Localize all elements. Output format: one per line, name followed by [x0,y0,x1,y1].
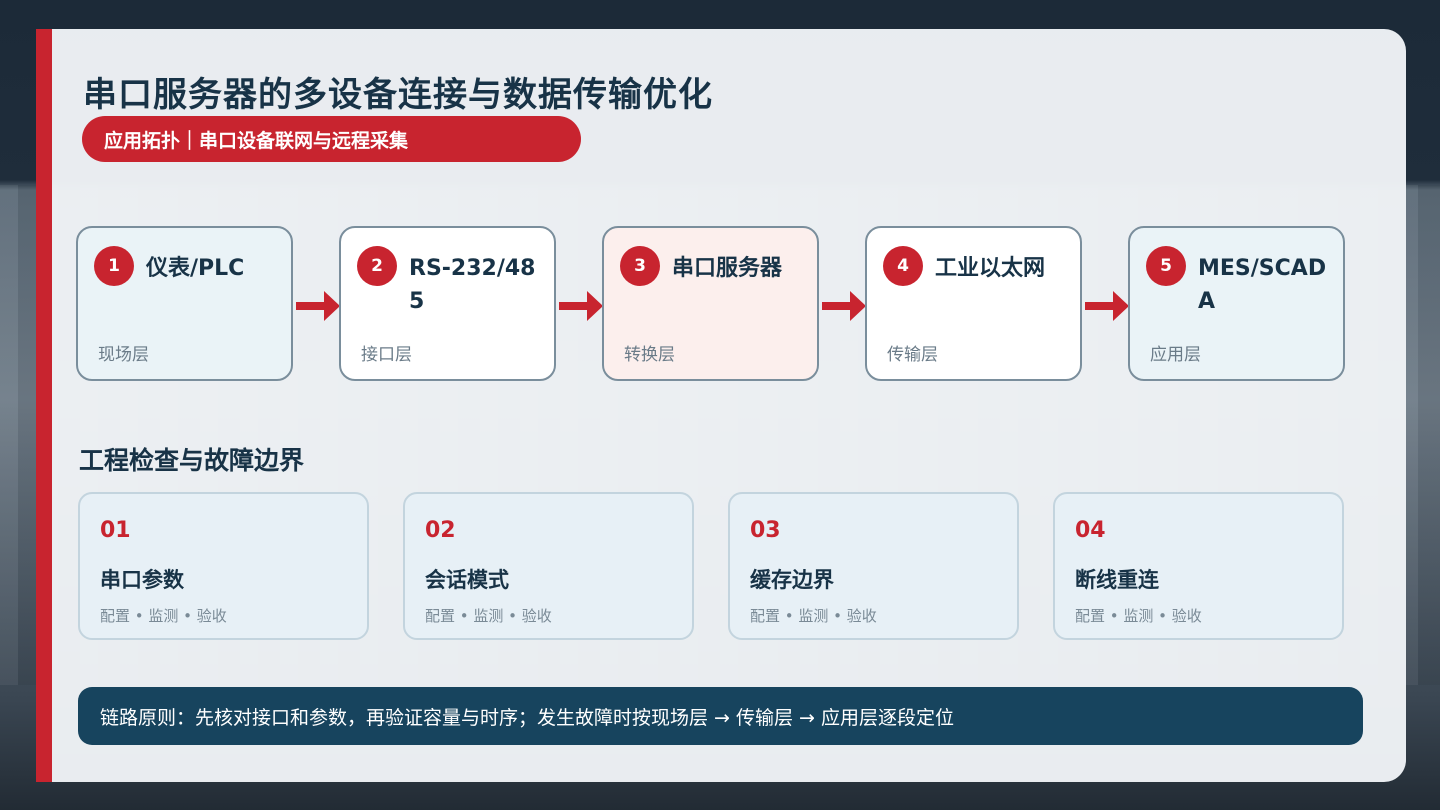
check-card-2: 02 会话模式 配置 • 监测 • 验收 [403,492,694,640]
check-tags: 配置 • 监测 • 验收 [750,607,877,625]
check-number: 02 [425,518,456,543]
step-number-badge: 5 [1146,246,1186,286]
step-number-badge: 4 [883,246,923,286]
step-layer: 转换层 [624,345,675,365]
check-tags: 配置 • 监测 • 验收 [1075,607,1202,625]
step-title: 工业以太网 [935,256,1046,281]
flow-arrow-icon [1085,291,1131,321]
section-title: 工程检查与故障边界 [79,446,305,475]
step-layer: 接口层 [361,345,412,365]
check-card-1: 01 串口参数 配置 • 监测 • 验收 [78,492,369,640]
check-number: 03 [750,518,781,543]
check-title: 断线重连 [1075,568,1159,592]
check-number: 01 [100,518,131,543]
principle-banner: 链路原则：先核对接口和参数，再验证容量与时序；发生故障时按现场层 → 传输层 →… [78,687,1363,745]
subtitle-pill: 应用拓扑｜串口设备联网与远程采集 [82,116,581,162]
step-number-badge: 3 [620,246,660,286]
step-number-badge: 2 [357,246,397,286]
check-title: 缓存边界 [750,568,834,592]
flow-arrow-icon [559,291,605,321]
slide-panel: 串口服务器的多设备连接与数据传输优化 应用拓扑｜串口设备联网与远程采集 1 仪表… [36,29,1406,782]
step-layer: 应用层 [1150,345,1201,365]
step-title: MES/SCADA [1198,256,1327,314]
flow-arrow-icon [822,291,868,321]
check-card-3: 03 缓存边界 配置 • 监测 • 验收 [728,492,1019,640]
check-title: 串口参数 [100,568,184,592]
step-number-badge: 1 [94,246,134,286]
page-title: 串口服务器的多设备连接与数据传输优化 [83,75,713,115]
flow-arrow-icon [296,291,342,321]
step-title: RS-232/485 [409,256,536,314]
flow-card-5: 5 MES/SCADA 应用层 [1128,226,1345,381]
step-layer: 现场层 [98,345,149,365]
flow-card-4: 4 工业以太网 传输层 [865,226,1082,381]
flow-card-1: 1 仪表/PLC 现场层 [76,226,293,381]
check-number: 04 [1075,518,1106,543]
check-title: 会话模式 [425,568,509,592]
flow-card-3: 3 串口服务器 转换层 [602,226,819,381]
check-card-4: 04 断线重连 配置 • 监测 • 验收 [1053,492,1344,640]
step-title: 仪表/PLC [146,256,245,281]
check-tags: 配置 • 监测 • 验收 [425,607,552,625]
step-layer: 传输层 [887,345,938,365]
check-tags: 配置 • 监测 • 验收 [100,607,227,625]
step-title: 串口服务器 [672,256,783,281]
flow-card-2: 2 RS-232/485 接口层 [339,226,556,381]
accent-bar [36,29,52,782]
